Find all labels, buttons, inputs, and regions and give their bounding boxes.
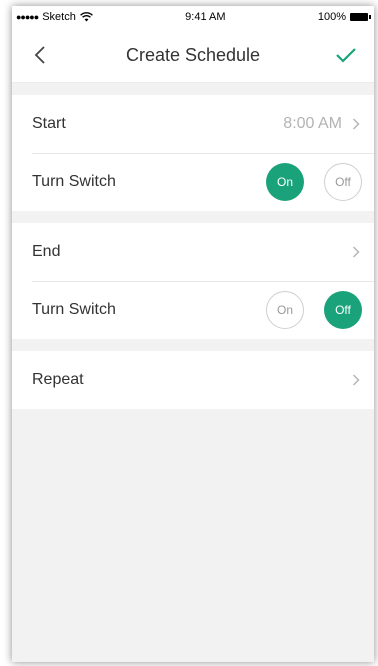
wifi-icon (79, 12, 93, 22)
page-title: Create Schedule (125, 44, 261, 65)
end-switch-label: Turn Switch (32, 301, 116, 318)
status-right: 100% (317, 11, 371, 23)
start-switch-toggle: On Off (266, 163, 374, 201)
end-label: End (32, 243, 61, 260)
repeat-row-right (352, 374, 374, 386)
status-time: 9:41 AM (185, 11, 226, 23)
chevron-right-icon (352, 118, 360, 130)
chevron-right-icon (352, 374, 360, 386)
end-off-button[interactable]: Off (324, 291, 362, 329)
confirm-button[interactable] (332, 41, 360, 69)
start-section: Start 8:00 AM Turn Switch On Off (12, 95, 374, 211)
back-button[interactable] (26, 41, 54, 69)
end-switch-row: Turn Switch On Off (12, 281, 374, 339)
start-label: Start (32, 115, 66, 132)
start-on-button[interactable]: On (266, 163, 304, 201)
status-left: ●●●●● Sketch (16, 11, 93, 23)
end-switch-toggle: On Off (266, 291, 374, 329)
start-row-right: 8:00 AM (283, 115, 374, 133)
chevron-right-icon (352, 246, 360, 258)
status-bar: ●●●●● Sketch 9:41 AM 100% (12, 6, 374, 28)
end-on-button[interactable]: On (266, 291, 304, 329)
signal-icon: ●●●●● (16, 12, 39, 22)
start-off-button[interactable]: Off (324, 163, 362, 201)
end-row[interactable]: End (12, 223, 374, 281)
check-icon (336, 48, 356, 63)
battery-icon (349, 13, 371, 21)
start-row[interactable]: Start 8:00 AM (12, 95, 374, 153)
end-section: End Turn Switch On Off (12, 223, 374, 339)
carrier-name: Sketch (42, 11, 76, 23)
end-row-right (342, 246, 374, 258)
repeat-label: Repeat (32, 371, 84, 388)
repeat-row[interactable]: Repeat (12, 351, 374, 409)
repeat-section: Repeat (12, 351, 374, 409)
start-switch-label: Turn Switch (32, 173, 116, 190)
phone-screen: ●●●●● Sketch 9:41 AM 100% Create Schedul… (12, 6, 374, 662)
start-switch-row: Turn Switch On Off (12, 153, 374, 211)
battery-percent: 100% (317, 11, 346, 23)
chevron-left-icon (34, 46, 45, 64)
nav-bar: Create Schedule (12, 28, 374, 83)
start-time-value: 8:00 AM (283, 115, 342, 132)
